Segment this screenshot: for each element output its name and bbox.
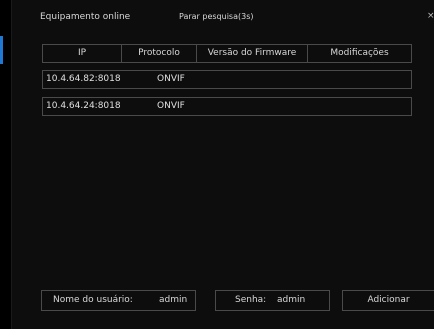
device-ip: 10.4.64.82:8018 bbox=[46, 74, 121, 84]
password-value[interactable]: admin bbox=[277, 291, 305, 310]
dialog-title: Equipamento online bbox=[40, 12, 131, 22]
username-value[interactable]: admin bbox=[159, 291, 187, 310]
username-label: Nome do usuário: bbox=[53, 295, 133, 305]
add-button[interactable]: Adicionar bbox=[342, 290, 434, 311]
column-header-ip: IP bbox=[42, 44, 122, 63]
device-protocol: ONVIF bbox=[157, 101, 185, 111]
close-icon[interactable]: × bbox=[427, 10, 434, 22]
username-field[interactable]: Nome do usuário: admin bbox=[41, 290, 196, 311]
dialog-header: Equipamento online Parar pesquisa(3s) × bbox=[12, 0, 434, 36]
stop-search-button[interactable]: Parar pesquisa(3s) bbox=[179, 12, 254, 21]
password-field[interactable]: Senha: admin bbox=[215, 290, 330, 311]
password-label: Senha: bbox=[235, 295, 267, 305]
device-row[interactable]: 10.4.64.82:8018 ONVIF bbox=[42, 70, 412, 89]
column-header-modifications: Modificações bbox=[308, 44, 412, 63]
column-header-firmware: Versão do Firmware bbox=[197, 44, 308, 63]
column-header-protocol: Protocolo bbox=[122, 44, 197, 63]
side-accent-bar bbox=[0, 36, 3, 64]
device-protocol: ONVIF bbox=[157, 74, 185, 84]
device-ip: 10.4.64.24:8018 bbox=[46, 101, 121, 111]
online-devices-dialog: Equipamento online Parar pesquisa(3s) × … bbox=[11, 0, 434, 329]
device-table-header: IP Protocolo Versão do Firmware Modifica… bbox=[42, 44, 412, 63]
device-row[interactable]: 10.4.64.24:8018 ONVIF bbox=[42, 97, 412, 116]
